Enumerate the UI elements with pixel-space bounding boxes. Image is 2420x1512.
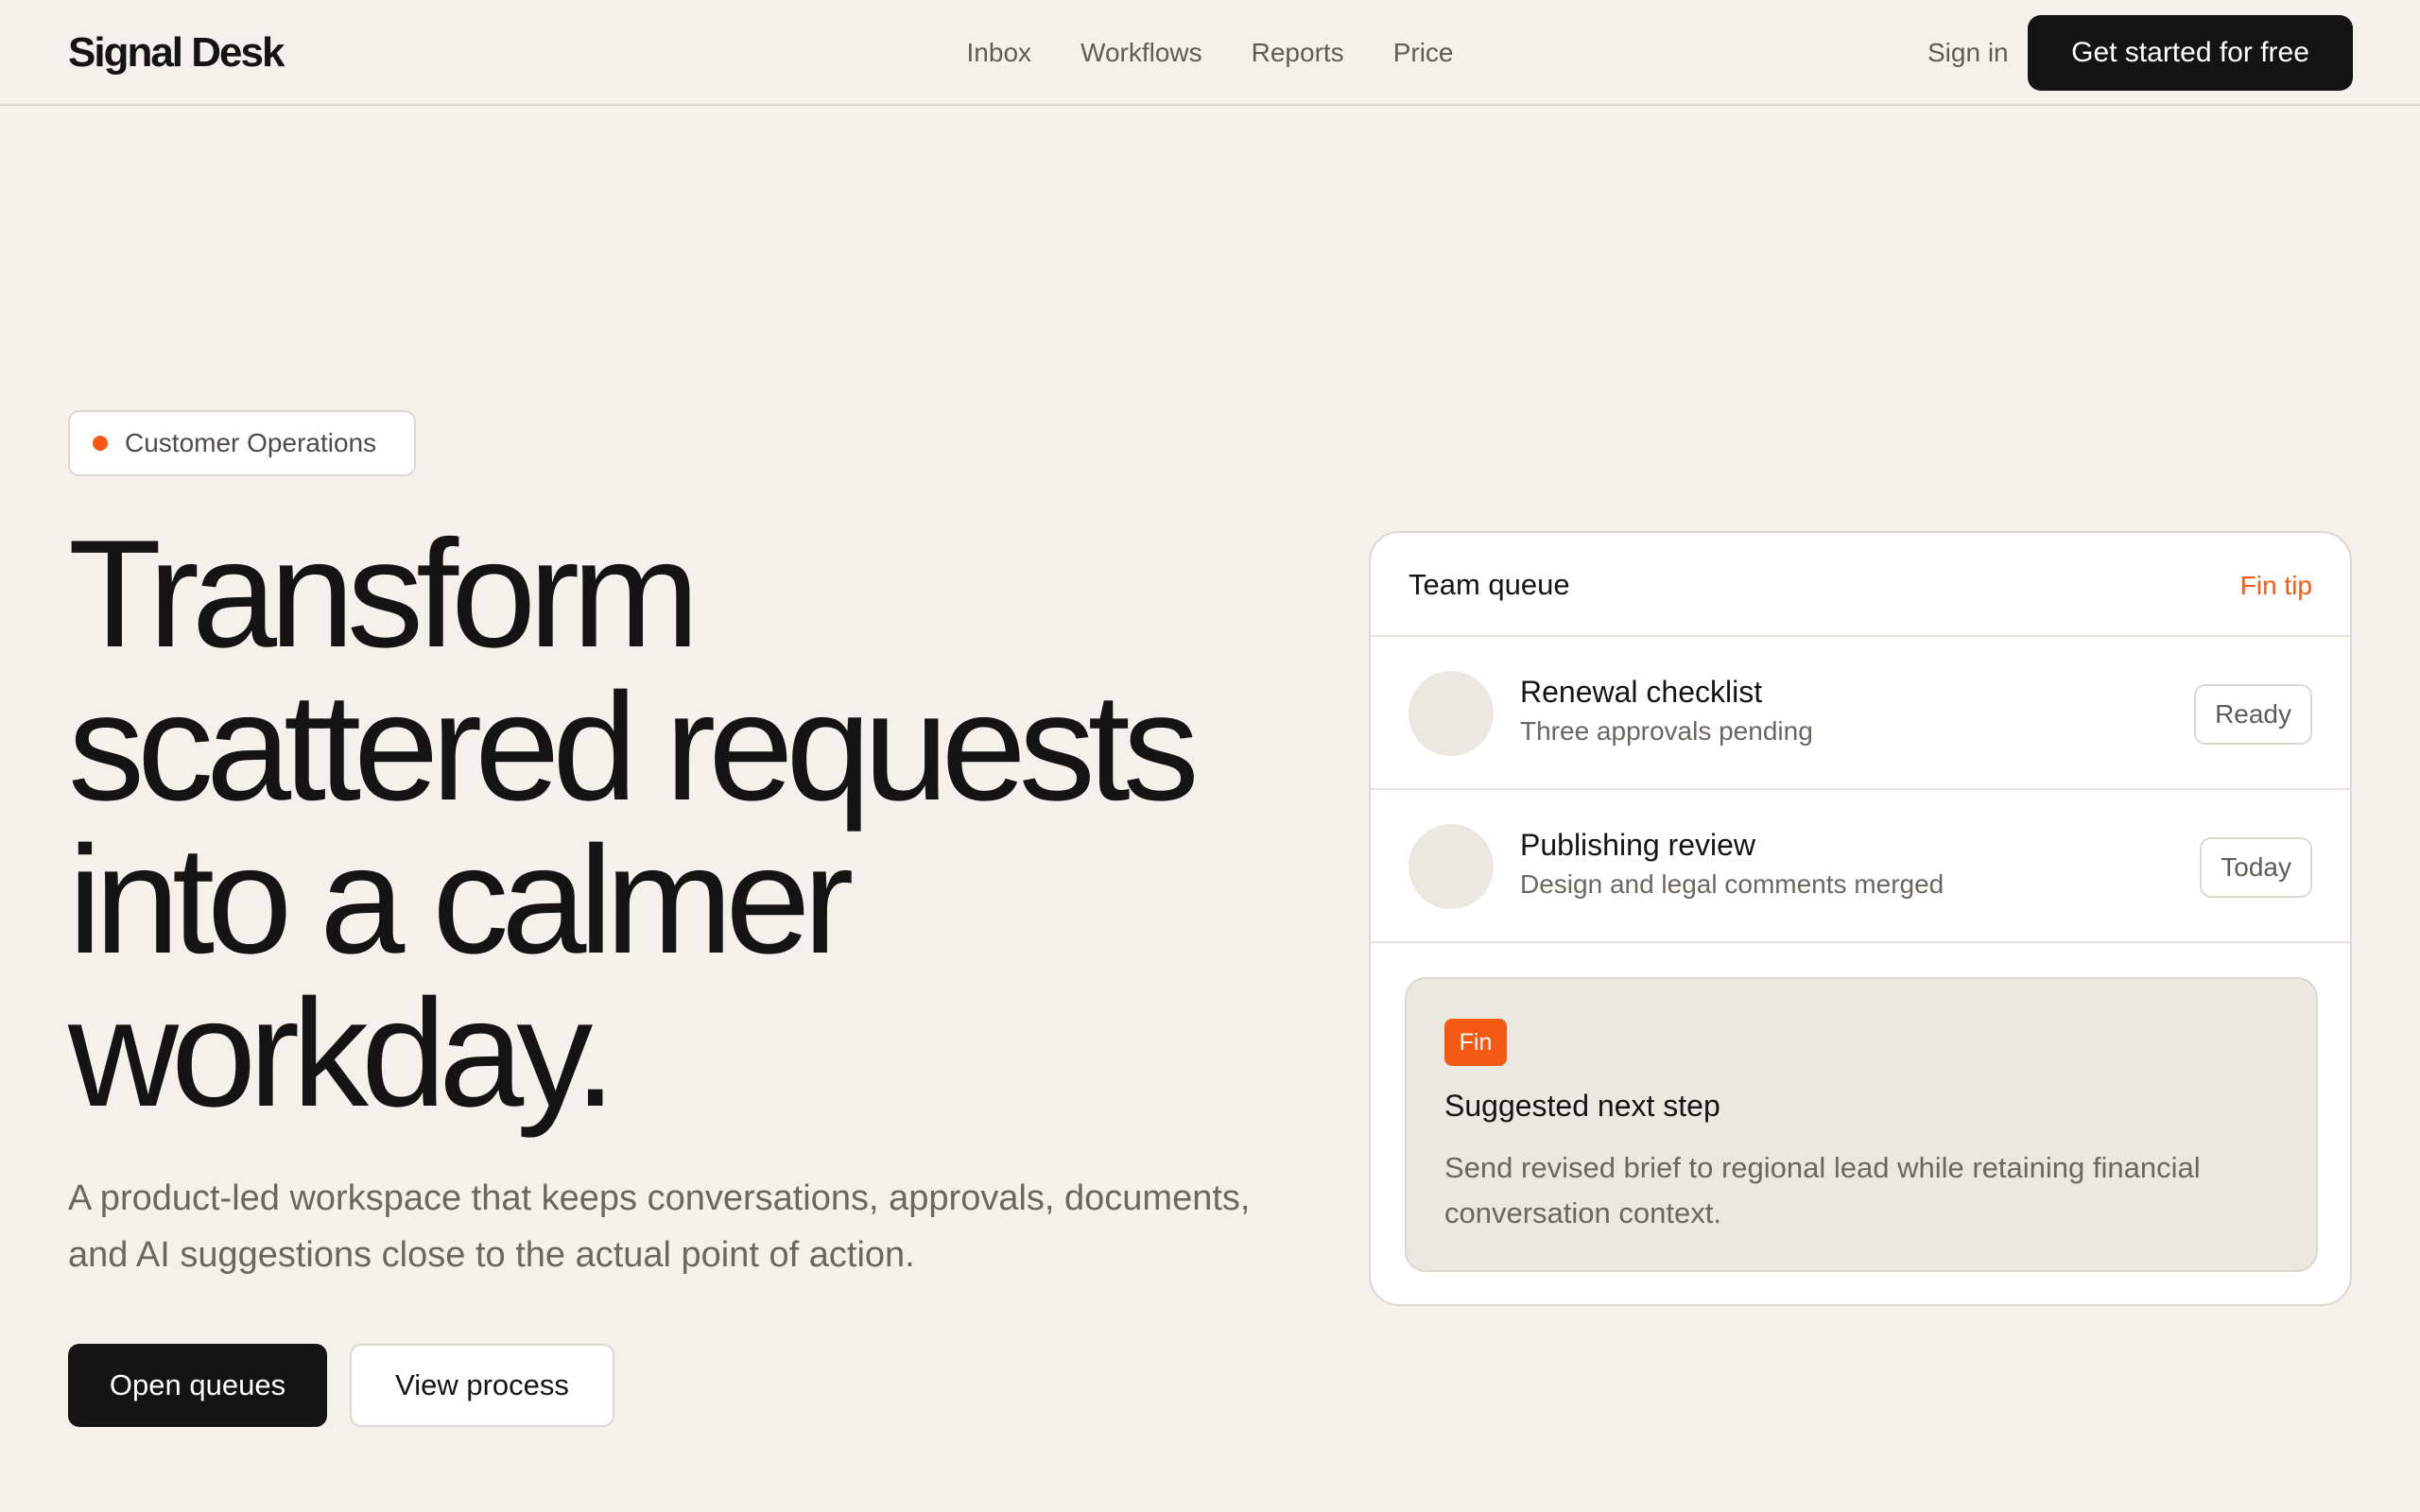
hero-headline-line: Transform [68, 508, 700, 679]
hero-headline: Transform scattered requests into a calm… [68, 518, 1297, 1130]
nav-item-inbox[interactable]: Inbox [967, 34, 1032, 72]
status-dot-icon [93, 436, 108, 451]
team-queue-card: Team queue Fin tip Renewal checklist Thr… [1369, 531, 2352, 1306]
brand-logo[interactable]: Signal Desk [68, 26, 285, 79]
hero-subtitle: A product-led workspace that keeps conve… [68, 1178, 1251, 1275]
nav-item-workflows[interactable]: Workflows [1080, 34, 1202, 72]
hero-headline-line: workday. [68, 968, 616, 1139]
hero-headline-line: into a calmer [68, 815, 854, 986]
status-badge: Today [2200, 837, 2312, 898]
top-header: Signal Desk Inbox Workflows Reports Pric… [0, 0, 2420, 106]
avatar [1409, 671, 1494, 756]
nav-item-price[interactable]: Price [1393, 34, 1454, 72]
status-badge: Ready [2194, 684, 2312, 745]
queue-item-description: Design and legal comments merged [1520, 869, 1945, 899]
view-process-button[interactable]: View process [350, 1344, 614, 1427]
category-pill-label: Customer Operations [125, 428, 377, 457]
card-header: Team queue Fin tip [1371, 533, 2350, 637]
suggestion-title: Suggested next step [1444, 1089, 1720, 1123]
suggestion-panel: Fin Suggested next step Send revised bri… [1405, 977, 2318, 1272]
fin-tag: Fin [1444, 1019, 1507, 1066]
open-queues-button[interactable]: Open queues [68, 1344, 327, 1427]
queue-item-title: Renewal checklist [1520, 675, 1763, 709]
queue-item-title: Publishing review [1520, 828, 1756, 862]
card-title: Team queue [1409, 568, 1570, 601]
nav-item-reports[interactable]: Reports [1252, 34, 1344, 72]
get-started-button[interactable]: Get started for free [2028, 15, 2353, 91]
category-pill: Customer Operations [68, 410, 416, 476]
sign-in-link[interactable]: Sign in [1927, 34, 2009, 72]
avatar [1409, 824, 1494, 909]
fin-tip-link[interactable]: Fin tip [2240, 569, 2312, 603]
suggestion-body: Send revised brief to regional lead whil… [1444, 1151, 2201, 1229]
queue-item-description: Three approvals pending [1520, 716, 1813, 746]
queue-item[interactable]: Publishing review Design and legal comme… [1371, 790, 2350, 943]
queue-item[interactable]: Renewal checklist Three approvals pendin… [1371, 637, 2350, 790]
hero-headline-line: scattered requests [68, 662, 1200, 833]
